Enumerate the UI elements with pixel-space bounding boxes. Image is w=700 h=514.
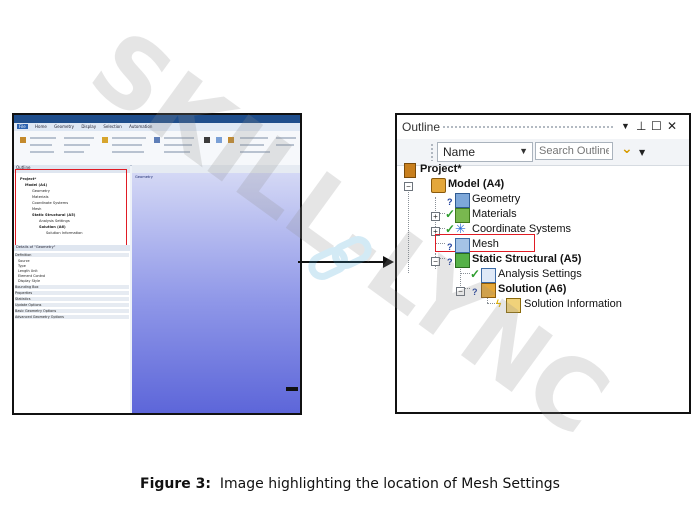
watermark-link-icon bbox=[308, 236, 372, 280]
details-row[interactable]: Properties bbox=[15, 291, 129, 295]
details-row[interactable]: Definition bbox=[15, 253, 129, 257]
project-book-icon bbox=[404, 163, 416, 178]
mini-viewport-title: Geometry bbox=[135, 175, 153, 179]
arrow-head bbox=[383, 256, 394, 268]
ribbon-icon[interactable] bbox=[204, 137, 210, 143]
tree-item-project[interactable]: Project* bbox=[420, 163, 462, 175]
details-row[interactable]: Type bbox=[18, 264, 26, 268]
ribbon-icon[interactable] bbox=[102, 137, 108, 143]
tree-item-materials[interactable]: Materials bbox=[472, 208, 517, 220]
mini-outline-highlight-box bbox=[15, 169, 127, 247]
details-row[interactable]: Display Style bbox=[18, 279, 40, 283]
tree-item-static-structural[interactable]: Static Structural (A5) bbox=[472, 253, 581, 265]
mesh-icon bbox=[455, 238, 470, 253]
mini-graphics-viewport[interactable] bbox=[132, 165, 300, 413]
mini-viewport-toolbar bbox=[132, 165, 300, 173]
tree-item-mesh[interactable]: Mesh bbox=[472, 238, 499, 250]
ansys-mechanical-screenshot: File Home Geometry Display Selection Aut… bbox=[12, 113, 302, 415]
ribbon-icon[interactable] bbox=[216, 137, 222, 143]
details-row[interactable]: Advanced Geometry Options bbox=[15, 315, 129, 319]
details-row[interactable]: Basic Geometry Options bbox=[15, 309, 129, 313]
details-row[interactable]: Element Control bbox=[18, 274, 45, 278]
lightning-icon: ϟ bbox=[496, 299, 502, 310]
collapse-toggle-icon[interactable]: − bbox=[404, 182, 413, 191]
mini-details-panel: Definition Source Type Length Unit Eleme… bbox=[14, 251, 130, 413]
caption-text: Image highlighting the location of Mesh … bbox=[211, 476, 560, 492]
window-title-bar bbox=[14, 115, 300, 123]
details-row[interactable]: Update Options bbox=[15, 303, 129, 307]
tab-selection[interactable]: Selection bbox=[103, 124, 121, 129]
details-row[interactable]: Source bbox=[18, 259, 30, 263]
expand-toggle-icon[interactable]: + bbox=[431, 212, 440, 221]
tab-display[interactable]: Display bbox=[81, 124, 96, 129]
details-row[interactable]: Statistics bbox=[15, 297, 129, 301]
outline-tree: Project* − Model (A4) ? Geometry + ✓ Mat… bbox=[397, 115, 689, 412]
details-row[interactable]: Bounding Box bbox=[15, 285, 129, 289]
question-mark-icon: ? bbox=[447, 257, 453, 267]
tab-geometry[interactable]: Geometry bbox=[54, 124, 74, 129]
mini-scale-bar bbox=[286, 387, 298, 391]
tree-item-analysis-settings[interactable]: Analysis Settings bbox=[498, 268, 582, 280]
check-mark-icon: ✓ bbox=[470, 267, 481, 281]
geometry-icon bbox=[455, 193, 470, 208]
collapse-toggle-icon[interactable]: − bbox=[431, 257, 440, 266]
tree-item-solution-information[interactable]: Solution Information bbox=[524, 298, 622, 310]
collapse-toggle-icon[interactable]: − bbox=[456, 287, 465, 296]
ribbon-icon[interactable] bbox=[154, 137, 160, 143]
solution-icon bbox=[481, 283, 496, 298]
ribbon-tabs: File Home Geometry Display Selection Aut… bbox=[14, 123, 300, 131]
tab-home[interactable]: Home bbox=[35, 124, 47, 129]
ribbon-icon[interactable] bbox=[228, 137, 234, 143]
caption-lead: Figure 3: bbox=[140, 476, 211, 492]
ribbon-icon[interactable] bbox=[20, 137, 26, 143]
model-icon bbox=[431, 178, 446, 193]
ribbon-toolbar bbox=[14, 131, 300, 166]
tab-automation[interactable]: Automation bbox=[129, 124, 152, 129]
check-mark-icon: ✓ bbox=[445, 207, 456, 221]
tree-item-geometry[interactable]: Geometry bbox=[472, 193, 520, 205]
tree-item-solution[interactable]: Solution (A6) bbox=[498, 283, 566, 295]
static-structural-icon bbox=[455, 253, 470, 268]
question-mark-icon: ? bbox=[447, 242, 453, 252]
outline-panel: Outline ▼ ⊥ ☐ ✕ Name ▼ ⌄ ▼ Project* bbox=[395, 113, 691, 414]
tree-item-model[interactable]: Model (A4) bbox=[448, 178, 504, 190]
question-mark-icon: ? bbox=[472, 287, 478, 297]
figure-caption: Figure 3: Image highlighting the locatio… bbox=[0, 476, 700, 492]
question-mark-icon: ? bbox=[447, 197, 453, 207]
tab-file[interactable]: File bbox=[17, 124, 28, 129]
analysis-settings-icon bbox=[481, 268, 496, 283]
solution-information-icon bbox=[506, 298, 521, 313]
details-row[interactable]: Length Unit bbox=[18, 269, 38, 273]
arrow-line bbox=[298, 261, 384, 263]
